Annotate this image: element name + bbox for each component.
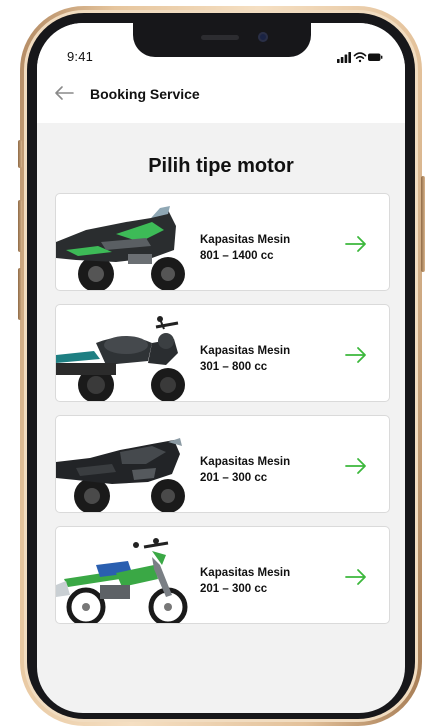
card-label: Kapasitas Mesin 801 – 1400 cc (200, 232, 290, 264)
arrow-right-icon (345, 458, 366, 474)
card-title: Kapasitas Mesin (200, 567, 291, 579)
wifi-icon (353, 52, 367, 63)
card-range: 301 – 800 cc (200, 361, 268, 373)
card-label: Kapasitas Mesin 201 – 300 cc (200, 454, 290, 486)
engine-capacity-card-201-300[interactable]: Kapasitas Mesin 201 – 300 cc (55, 415, 390, 513)
phone-side-button (18, 140, 22, 168)
arrow-right-icon (345, 347, 366, 363)
card-range: 201 – 300 cc (200, 583, 268, 595)
motorcycle-image (56, 316, 185, 401)
status-time: 9:41 (67, 49, 94, 64)
card-label: Kapasitas Mesin 201 – 300 cc (200, 565, 290, 597)
phone-volume-down-button (18, 268, 22, 320)
front-camera (258, 32, 268, 42)
motorcycle-image (56, 438, 185, 512)
phone-notch (133, 23, 311, 57)
card-title: Kapasitas Mesin (200, 456, 291, 468)
page-header-title: Booking Service (90, 86, 200, 102)
engine-capacity-card-201-300-dirt[interactable]: Kapasitas Mesin 201 – 300 cc (55, 526, 390, 624)
motorcycle-image (56, 206, 185, 290)
status-icons (337, 50, 383, 68)
engine-capacity-card-801-1400[interactable]: Kapasitas Mesin 801 – 1400 cc (55, 193, 390, 291)
arrow-left-icon (55, 86, 74, 100)
arrow-right-icon (345, 236, 366, 252)
card-title: Kapasitas Mesin (200, 234, 291, 246)
phone-volume-up-button (18, 200, 22, 252)
arrow-right-icon (345, 569, 366, 585)
card-title: Kapasitas Mesin (200, 345, 291, 357)
back-button[interactable] (53, 83, 75, 103)
card-range: 201 – 300 cc (200, 472, 268, 484)
page-title: Pilih tipe motor (148, 155, 294, 177)
phone-screen: 9:41 Booking Service Pilih tipe motor Ka… (37, 23, 405, 713)
card-range: 801 – 1400 cc (200, 250, 274, 262)
engine-capacity-card-301-800[interactable]: Kapasitas Mesin 301 – 800 cc (55, 304, 390, 402)
speaker-grille (201, 35, 239, 40)
signal-icon (337, 52, 351, 63)
battery-icon (368, 53, 383, 61)
motorcycle-image (56, 538, 188, 623)
phone-power-button (421, 176, 425, 272)
card-label: Kapasitas Mesin 301 – 800 cc (200, 343, 290, 375)
